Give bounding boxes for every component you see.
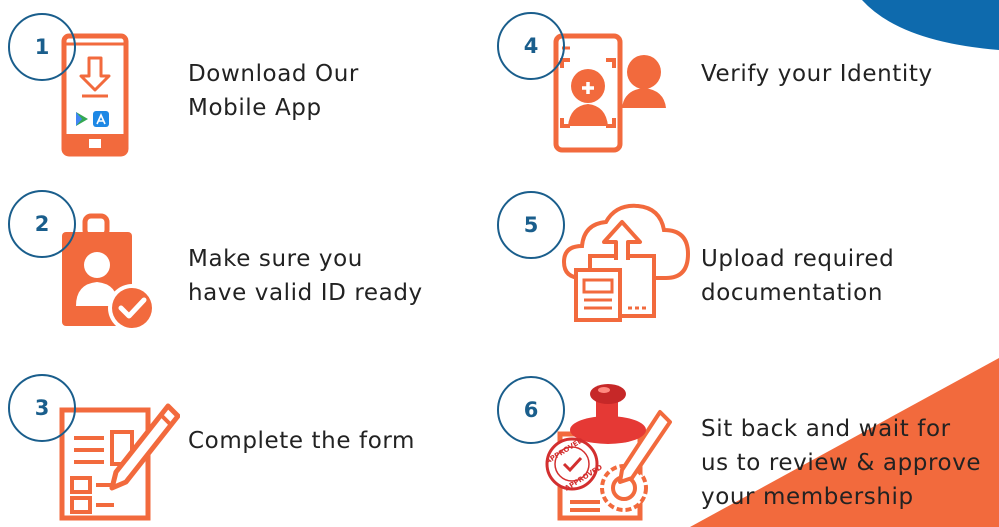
step-number-badge: 3 [8, 374, 76, 442]
step-label: Complete the form [188, 424, 415, 458]
step-label-line: your membership [701, 484, 914, 510]
step-label: Make sure you have valid ID ready [188, 242, 423, 310]
step-label-line: us to review & approve [701, 450, 982, 476]
step-label-line: documentation [701, 280, 883, 306]
step-number-badge: 5 [497, 191, 565, 259]
step-number-badge: 2 [8, 190, 76, 258]
step-label: Upload required documentation [701, 242, 894, 310]
step-label: Verify your Identity [701, 57, 933, 91]
step-number-badge: 4 [497, 12, 565, 80]
step-label-line: have valid ID ready [188, 280, 423, 306]
face-verification-icon [553, 33, 666, 153]
step-label-line: Mobile App [188, 95, 322, 121]
step-label-line: Upload required [701, 246, 895, 272]
step-number-badge: 1 [8, 13, 76, 81]
step-number-badge: 6 [497, 376, 565, 444]
step-label-line: Make sure you [188, 246, 363, 272]
step-label: Sit back and wait for us to review & app… [701, 412, 981, 514]
step-label-line: Download Our [188, 61, 359, 87]
step-label-line: Sit back and wait for [701, 416, 951, 442]
step-label-line: Verify your Identity [701, 61, 933, 87]
step-label: Download Our Mobile App [188, 57, 359, 125]
step-label-line: Complete the form [188, 428, 416, 454]
cloud-upload-documents-icon [561, 203, 691, 322]
